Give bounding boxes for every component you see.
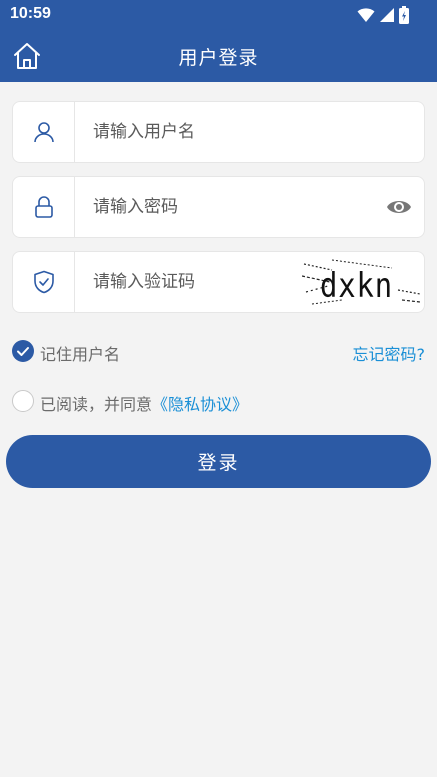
username-field [12, 101, 425, 163]
page-title: 用户登录 [178, 47, 259, 69]
remember-row: 记住用户名 忘记密码? [12, 340, 425, 364]
remember-label[interactable]: 记住用户名 [40, 341, 120, 365]
app-bar: 用户登录 [0, 30, 437, 82]
login-button[interactable]: 登录 [6, 435, 431, 488]
agreement-label: 已阅读，并同意《隐私协议》 [40, 391, 248, 415]
privacy-policy-link[interactable]: 《隐私协议》 [152, 395, 248, 414]
captcha-text: dxkn [320, 266, 394, 306]
status-time: 10:59 [10, 5, 51, 22]
user-icon [33, 122, 54, 143]
signal-icon [380, 8, 394, 22]
wifi-icon [357, 8, 375, 22]
username-icon-box [13, 102, 75, 162]
status-bar: 10:59 [0, 0, 437, 30]
battery-icon [399, 6, 409, 24]
password-field [12, 176, 425, 238]
forgot-password-link[interactable]: 忘记密码? [353, 341, 426, 365]
captcha-input[interactable] [93, 270, 313, 294]
check-icon [17, 347, 29, 356]
shield-check-icon [33, 270, 54, 294]
captcha-field: dxkn [12, 251, 425, 313]
agree-checkbox[interactable] [12, 390, 34, 412]
agreement-text: 已阅读，并同意 [40, 395, 153, 414]
password-input[interactable] [93, 195, 313, 219]
status-icons [357, 6, 409, 24]
remember-checkbox[interactable] [12, 340, 34, 362]
agreement-row: 已阅读，并同意《隐私协议》 [12, 390, 425, 414]
captcha-image[interactable]: dxkn [302, 256, 422, 308]
eye-icon[interactable] [386, 196, 412, 218]
username-input[interactable] [93, 120, 313, 144]
password-icon-box [13, 177, 75, 237]
captcha-icon-box [13, 252, 75, 312]
lock-icon [34, 196, 53, 218]
